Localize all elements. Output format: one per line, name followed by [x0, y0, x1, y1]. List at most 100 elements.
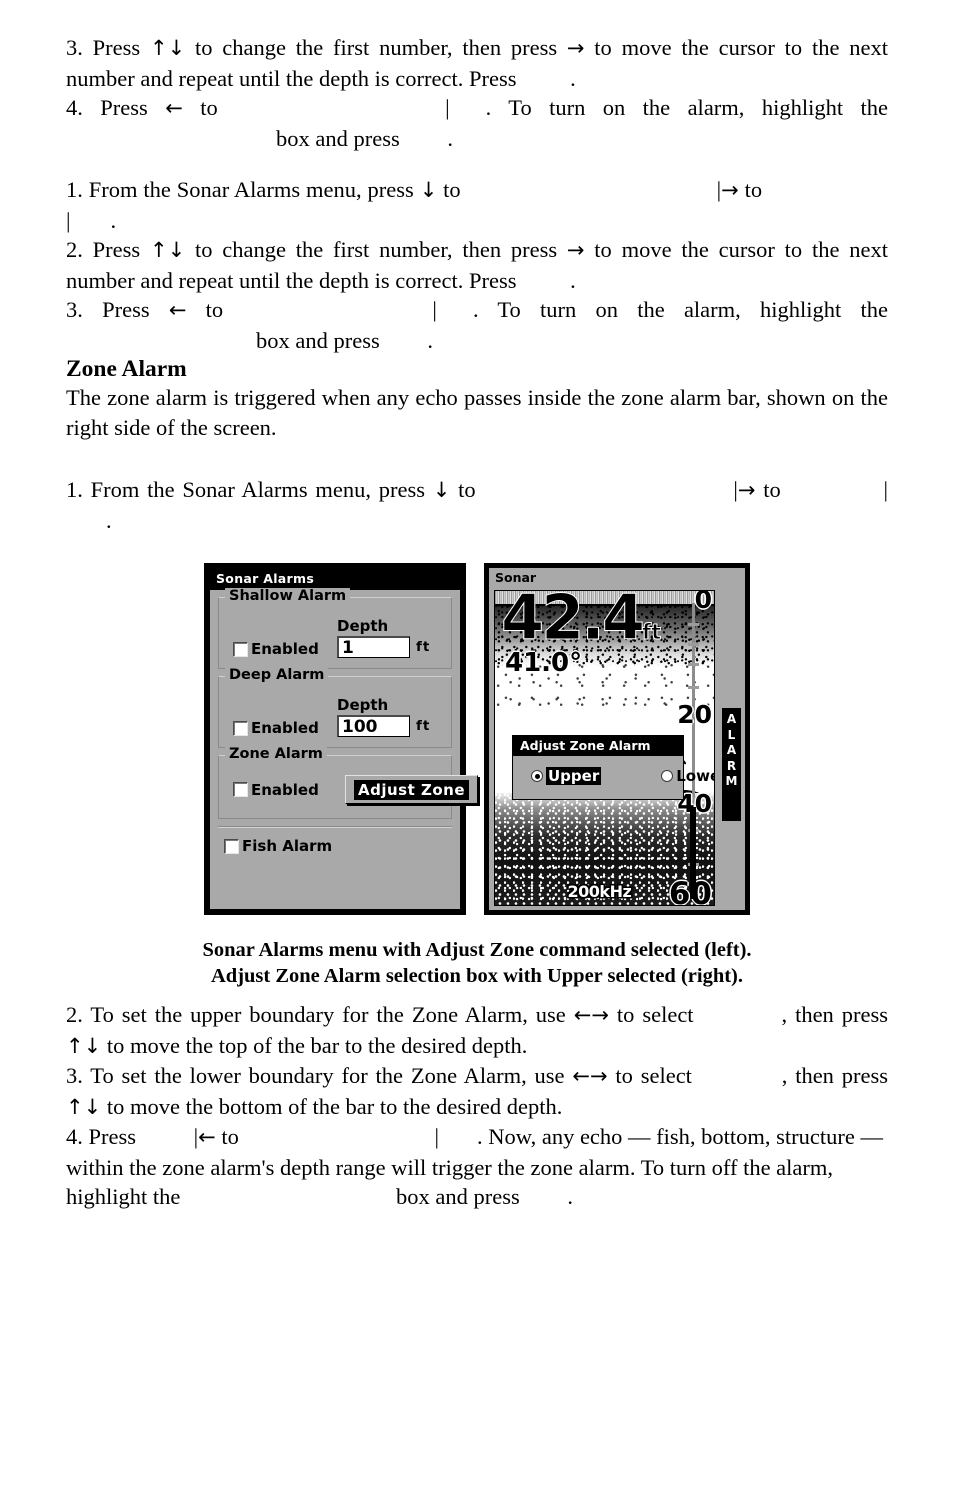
arrow-key-icon: ← [165, 96, 183, 120]
top-margin [66, 0, 888, 33]
depth-scale-tick [688, 623, 699, 626]
zone-alarm-heading: Zone Alarm [66, 356, 187, 382]
sonar-title-bar: Sonar [489, 568, 745, 588]
adjust-zone-button-label: Adjust Zone [354, 780, 470, 800]
deep-alarm-group: Deep Alarm Enabled Depth 100 ft [218, 667, 452, 748]
document-page: 3. Press ↑↓ to change the first number, … [66, 0, 888, 1487]
sonar-alarms-menu-window: Sonar Alarms Shallow Alarm Enabled Depth… [208, 567, 479, 911]
step-2-deep: 2. Press ↑↓ to change the first number, … [66, 237, 888, 293]
arrow-key-icon: ↑ [149, 36, 168, 60]
depth-unit: ft [641, 620, 662, 645]
depth-scale-label-20: 20 [677, 700, 712, 729]
depth-scale-tick [688, 663, 699, 666]
caption-gap [66, 989, 888, 1000]
arrow-key-icon: ↓ [167, 36, 186, 60]
sonar-frequency-label: 200kHz [567, 882, 632, 901]
checkbox-icon[interactable] [224, 838, 239, 854]
steps-zone-alarm-before-figure: 1. From the Sonar Alarms menu, press ↓ t… [66, 475, 888, 535]
fish-alarm-checkbox[interactable]: Fish Alarm [224, 837, 460, 855]
menu-title-bar: Sonar Alarms [210, 569, 460, 590]
menu-divider [218, 826, 452, 828]
shallow-alarm-group-label: Shallow Alarm [225, 588, 351, 604]
arrow-key-icon: ↓ [432, 478, 451, 502]
radio-button-icon[interactable] [531, 770, 543, 782]
arrow-key-icon: ← [573, 1003, 592, 1027]
steps-deep-alarm: 1. From the Sonar Alarms menu, press ↓ t… [66, 175, 888, 355]
zone-alarm-enabled-checkbox[interactable]: Enabled [233, 781, 337, 799]
alarm-strip-letter: R [726, 758, 737, 773]
shallow-alarm-enabled-label: Enabled [251, 640, 319, 658]
arrow-key-icon: ← [198, 1125, 216, 1149]
figure-sonar-screen: Sonar 42.4ft 41.0° 0 20 40 200kHz Adjust… [484, 563, 750, 915]
zone-alarm-side-strip: ALARM [722, 708, 741, 821]
deep-alarm-depth-input[interactable]: 100 [337, 715, 410, 737]
water-temperature-readout: 41.0° [505, 648, 583, 678]
arrow-key-icon: → [566, 238, 585, 262]
figure-caption-line-1: Sonar Alarms menu with Adjust Zone comma… [202, 939, 752, 961]
arrow-key-icon: ↑ [66, 1033, 84, 1058]
arrow-key-icon: → [566, 36, 585, 60]
steps-shallow-alarm: 3. Press ↑↓ to change the first number, … [66, 33, 888, 153]
zone-alarm-lower-radio[interactable]: Lower [661, 767, 714, 785]
alarm-strip-letter: L [727, 727, 736, 742]
checkbox-icon[interactable] [233, 720, 248, 736]
deep-alarm-depth-field-group: Depth 100 ft [337, 696, 430, 737]
section-gap-2 [66, 442, 888, 475]
step-4-zone: 4. Press |← to |. Now, any echo — fish, … [66, 1124, 884, 1209]
step-3-deep: 3. Press ← to |. To turn on the alarm, h… [66, 297, 888, 353]
adjust-zone-alarm-dialog: Adjust Zone Alarm Upper Lower [512, 735, 714, 800]
radio-button-icon[interactable] [661, 770, 674, 782]
step-4-shallow: 4. Press ← to |. To turn on the alarm, h… [66, 95, 888, 151]
arrow-key-icon: → [589, 1064, 608, 1088]
zone-alarm-group: Zone Alarm Enabled Adjust Zone [218, 746, 479, 819]
steps-zone-alarm-after-figure: 2. To set the upper boundary for the Zon… [66, 1000, 888, 1212]
zone-alarm-enabled-label: Enabled [251, 780, 319, 799]
adjust-zone-button[interactable]: Adjust Zone [345, 775, 479, 804]
zone-alarm-bar [690, 807, 696, 899]
deep-alarm-depth-unit: ft [416, 718, 431, 734]
step-1-deep: 1. From the Sonar Alarms menu, press ↓ t… [66, 177, 768, 233]
shallow-alarm-depth-input[interactable]: 1 [337, 636, 410, 658]
deep-alarm-enabled-label: Enabled [251, 719, 319, 737]
section-gap-1 [66, 153, 888, 175]
figure-caption-line-2: Adjust Zone Alarm selection box with Upp… [210, 965, 743, 987]
arrow-key-icon: ← [572, 1064, 590, 1088]
depth-scale-label-0: 0 [694, 590, 712, 614]
arrow-key-icon: → [737, 478, 756, 502]
arrow-key-icon: → [721, 178, 739, 202]
shallow-alarm-enabled-checkbox[interactable]: Enabled [233, 640, 337, 658]
adjust-zone-alarm-dialog-title: Adjust Zone Alarm [513, 736, 683, 756]
depth-value: 42.4 [501, 590, 646, 654]
step-3-zone: 3. To set the lower boundary for the Zon… [66, 1063, 888, 1119]
sonar-screen-window: Sonar 42.4ft 41.0° 0 20 40 200kHz Adjust… [487, 566, 747, 912]
arrow-key-icon: ↑ [66, 1094, 84, 1119]
checkbox-icon[interactable] [233, 641, 248, 657]
checkbox-icon[interactable] [233, 782, 248, 797]
alarm-strip-letter: A [726, 712, 737, 726]
step-1-zone: 1. From the Sonar Alarms menu, press ↓ t… [66, 477, 888, 533]
figure-sonar-alarms-menu: Sonar Alarms Shallow Alarm Enabled Depth… [204, 563, 479, 915]
arrow-key-icon: → [591, 1003, 609, 1027]
arrow-key-icon: ↑ [149, 238, 168, 262]
shallow-alarm-depth-field-group: Depth 1 ft [337, 617, 430, 658]
deep-alarm-enabled-checkbox[interactable]: Enabled [233, 719, 337, 737]
step-2-zone: 2. To set the upper boundary for the Zon… [66, 1002, 888, 1058]
deep-alarm-group-label: Deep Alarm [225, 667, 329, 683]
sonar-chart-view: 42.4ft 41.0° 0 20 40 60 [494, 590, 715, 906]
shallow-alarm-depth-label: Depth [337, 617, 389, 635]
depth-scale-tick [688, 643, 699, 646]
depth-scale-tick [688, 686, 699, 689]
fish-alarm-label: Fish Alarm [242, 837, 333, 855]
arrow-key-icon: ↓ [83, 1094, 102, 1119]
zone-alarm-lower-label: Lower [676, 767, 714, 785]
alarm-strip-letter: M [725, 774, 738, 788]
arrow-key-icon: ↓ [419, 178, 438, 202]
zone-alarm-upper-radio[interactable]: Upper [531, 767, 602, 785]
zone-alarm-intro-paragraph: The zone alarm is triggered when any ech… [66, 385, 888, 440]
zone-alarm-group-label: Zone Alarm [225, 746, 327, 762]
figure-caption: Sonar Alarms menu with Adjust Zone comma… [66, 937, 888, 989]
shallow-alarm-depth-unit: ft [416, 639, 431, 655]
deep-alarm-depth-label: Depth [337, 696, 389, 714]
arrow-key-icon: ← [168, 298, 187, 322]
arrow-key-icon: ↓ [83, 1033, 102, 1058]
